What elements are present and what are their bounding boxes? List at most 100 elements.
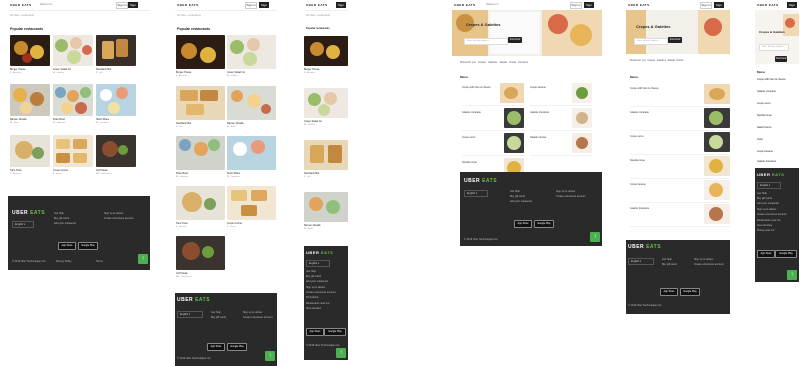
menu-item[interactable]: Crepe sucre bbox=[757, 102, 771, 105]
category-tab[interactable]: Galettes bbox=[657, 59, 666, 62]
breadcrumb[interactable]: All cities › restaurants bbox=[10, 14, 34, 17]
language-select[interactable]: English ▾ bbox=[628, 258, 654, 265]
app-store-badge[interactable]: App Store bbox=[207, 343, 225, 351]
footer-brand[interactable]: UBER EATS bbox=[628, 244, 661, 250]
site-logo[interactable]: UBER EATS bbox=[757, 3, 779, 7]
breadcrumb[interactable]: All cities › restaurants bbox=[306, 14, 330, 17]
footer-link[interactable]: Create a business account bbox=[556, 195, 586, 198]
google-play-badge[interactable]: Google Play bbox=[534, 220, 554, 228]
category-tab[interactable]: Salads bbox=[500, 61, 508, 64]
footer-link[interactable]: Add your restaurant bbox=[510, 200, 532, 203]
footer-brand[interactable]: UBER EATS bbox=[12, 210, 45, 216]
footer-link[interactable]: Sign up to deliver bbox=[757, 208, 776, 211]
menu-item[interactable]: Galette forestiere bbox=[530, 108, 592, 131]
restaurant-tile[interactable]: Green Salad Co $$ · Healthy bbox=[53, 35, 93, 79]
footer-link[interactable]: Create a business account bbox=[243, 316, 273, 319]
footer-link[interactable]: Add your restaurant bbox=[54, 222, 76, 225]
site-logo[interactable]: UBER EATS bbox=[177, 3, 199, 7]
footer-link[interactable]: Create a business account bbox=[694, 263, 724, 266]
footer-link[interactable]: Sign up to deliver bbox=[556, 190, 575, 193]
address-input[interactable]: Enter delivery address bbox=[634, 38, 668, 45]
menu-item[interactable]: Galette complete bbox=[757, 90, 776, 93]
site-logo[interactable]: UBER EATS bbox=[10, 3, 32, 7]
menu-item[interactable]: Galette forestiere bbox=[757, 160, 776, 163]
footer-link[interactable]: Buy gift cards bbox=[211, 316, 226, 319]
signup-button[interactable]: Sign up bbox=[714, 2, 724, 13]
restaurant-tile[interactable]: Grill Steak $$$ · Steakhouse bbox=[176, 236, 225, 284]
category-tab[interactable]: Picked for you bbox=[630, 59, 646, 62]
app-store-badge[interactable]: App Store bbox=[757, 250, 775, 258]
footer-link[interactable]: Restaurants near me bbox=[757, 219, 780, 222]
signup-button[interactable]: Sign up bbox=[128, 2, 138, 13]
restaurant-tile[interactable]: Burger House $ · American bbox=[176, 35, 225, 83]
menu-item[interactable]: Crepe with ham & cheese bbox=[757, 78, 786, 81]
restaurant-tile[interactable]: Sandwich Bar $ · Deli bbox=[96, 35, 136, 79]
category-tab[interactable]: Desserts bbox=[518, 61, 528, 64]
find-food-button[interactable]: Find food bbox=[668, 37, 682, 43]
language-select[interactable]: English ▾ bbox=[306, 260, 330, 267]
restaurant-tile[interactable]: Crepe Corner $ · French bbox=[53, 135, 93, 181]
footer-bottom-link[interactable]: Terms bbox=[96, 260, 103, 263]
restaurant-tile[interactable]: Sushi Place $$ · Japanese bbox=[96, 84, 136, 130]
signin-button[interactable]: Sign in bbox=[700, 2, 712, 9]
footer-bottom-link[interactable]: Privacy Policy bbox=[56, 260, 72, 263]
footer-brand[interactable]: UBER EATS bbox=[757, 172, 784, 177]
site-logo[interactable]: UBER EATS bbox=[306, 3, 328, 7]
category-tab[interactable]: Crepes bbox=[647, 59, 655, 62]
footer-link[interactable]: Buy gift cards bbox=[757, 197, 772, 200]
find-food-button[interactable]: Find food bbox=[508, 37, 522, 43]
menu-item[interactable]: Galette complete bbox=[630, 108, 730, 131]
category-tab[interactable]: Galettes bbox=[488, 61, 497, 64]
restaurant-tile[interactable]: Sandwich Bar $ · Deli bbox=[304, 140, 348, 188]
google-play-badge[interactable]: Google Play bbox=[227, 343, 247, 351]
category-tab[interactable]: Salads bbox=[667, 59, 675, 62]
address-input[interactable]: Enter delivery address bbox=[759, 44, 789, 51]
category-tab[interactable]: Picked for you bbox=[460, 61, 476, 64]
footer-link[interactable]: Sign up to deliver bbox=[104, 212, 123, 215]
footer-link[interactable]: Buy gift cards bbox=[306, 275, 321, 278]
restaurant-tile[interactable]: Ramen Noodle $$ · Asian bbox=[227, 86, 276, 134]
find-food-button[interactable]: Find food bbox=[775, 56, 787, 62]
location-selector[interactable]: Deliver to ▾ bbox=[40, 3, 53, 6]
breadcrumb[interactable]: All cities › restaurants bbox=[177, 14, 201, 17]
chat-icon[interactable]: ↑ bbox=[787, 270, 797, 280]
footer-link[interactable]: Buy gift cards bbox=[510, 195, 525, 198]
footer-link[interactable]: Get Help bbox=[54, 212, 64, 215]
menu-item[interactable]: Galette complete bbox=[462, 108, 524, 131]
menu-item[interactable]: Crepe sucre bbox=[630, 132, 730, 155]
google-play-badge[interactable]: Google Play bbox=[775, 250, 797, 258]
app-store-badge[interactable]: App Store bbox=[306, 328, 324, 336]
signup-button[interactable]: Sign up bbox=[259, 2, 269, 13]
menu-item[interactable]: Crepe banane bbox=[757, 150, 773, 153]
signin-button[interactable]: Sign in bbox=[245, 2, 257, 9]
restaurant-tile[interactable]: Green Salad Co $$ · Healthy bbox=[304, 88, 348, 136]
google-play-badge[interactable]: Google Play bbox=[78, 242, 98, 250]
menu-item[interactable]: Cidre bbox=[757, 138, 763, 141]
footer-link[interactable]: Sign up to deliver bbox=[306, 286, 325, 289]
app-store-badge[interactable]: App Store bbox=[660, 288, 678, 296]
footer-link[interactable]: Get Help bbox=[510, 190, 520, 193]
restaurant-tile[interactable]: Green Salad Co $$ · Healthy bbox=[227, 35, 276, 83]
category-tab[interactable]: Drinks bbox=[509, 61, 516, 64]
language-select[interactable]: English ▾ bbox=[177, 311, 203, 318]
menu-item[interactable]: Crepe sucre bbox=[462, 133, 524, 156]
footer-link[interactable]: View all cities bbox=[306, 307, 321, 310]
restaurant-tile[interactable]: Sushi Place $$ · Japanese bbox=[227, 136, 276, 184]
menu-item[interactable]: Salad chevre bbox=[757, 126, 772, 129]
menu-item[interactable]: Crepe banane bbox=[530, 83, 592, 106]
footer-link[interactable]: Get Help bbox=[211, 311, 221, 314]
chat-icon[interactable]: ↑ bbox=[138, 254, 148, 264]
footer-link[interactable]: Add your restaurant bbox=[306, 280, 328, 283]
restaurant-tile[interactable]: Sandwich Bar $ · Deli bbox=[176, 86, 225, 134]
footer-link[interactable]: Add your restaurant bbox=[757, 202, 779, 205]
footer-link[interactable]: Create a business account bbox=[306, 291, 336, 294]
signup-button[interactable]: Sign up bbox=[787, 2, 797, 13]
signup-button[interactable]: Sign up bbox=[584, 2, 594, 13]
menu-item[interactable]: Crepe with ham & cheese bbox=[462, 83, 524, 106]
footer-brand[interactable]: UBER EATS bbox=[464, 178, 497, 184]
language-select[interactable]: English ▾ bbox=[12, 221, 34, 228]
chat-icon[interactable]: ↑ bbox=[336, 348, 346, 358]
app-store-badge[interactable]: App Store bbox=[514, 220, 532, 228]
chat-icon[interactable]: ↑ bbox=[590, 232, 600, 242]
footer-link[interactable]: Sign up to deliver bbox=[694, 258, 713, 261]
